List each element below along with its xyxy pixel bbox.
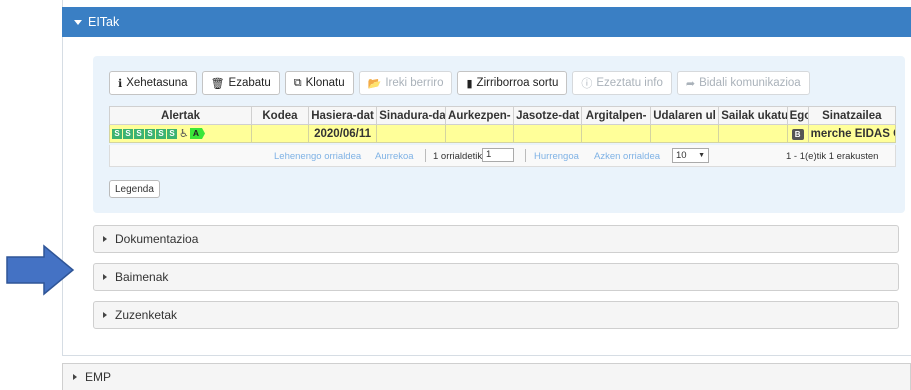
- grid-pager: Lehenengo orrialdea Aurrekoa 1 orrialdet…: [109, 145, 896, 167]
- s-alert-badge: S: [134, 128, 144, 139]
- column-header[interactable]: Argitalpen-: [581, 106, 651, 125]
- cancel-info-button-label: Ezeztatu info: [596, 77, 663, 89]
- pager-divider: [525, 149, 526, 162]
- start-date-cell: 2020/06/11: [307, 124, 378, 143]
- accordion-baimenak[interactable]: Baimenak: [93, 263, 899, 291]
- emp-title: EMP: [85, 370, 112, 384]
- s-alert-badge: S: [156, 128, 166, 139]
- prev-page-link[interactable]: Aurrekoa: [375, 151, 414, 162]
- create-draft-button[interactable]: ▮ Zirriborroa sortu: [457, 71, 568, 95]
- last-page-link[interactable]: Azken orrialdea: [594, 151, 660, 162]
- pointer-arrow-icon: [6, 244, 75, 296]
- table-row[interactable]: SSSSSS♿A 2020/06/11 B merche EIDAS CE: [108, 124, 897, 143]
- pager-divider: [425, 149, 426, 162]
- s-alert-badge: S: [167, 128, 177, 139]
- delete-button-label: Ezabatu: [228, 77, 271, 89]
- reopen-button[interactable]: 📂 Ireki berriro: [358, 71, 453, 95]
- page-size-value: 10: [676, 150, 687, 161]
- page-size-select[interactable]: 10 ▼: [672, 148, 709, 163]
- municipal-cell: [649, 124, 720, 143]
- accordion-dokumentazioa[interactable]: Dokumentazioa: [93, 225, 899, 253]
- clone-button-label: Klonatu: [305, 77, 345, 89]
- accordion-zuzenketak[interactable]: Zuzenketak: [93, 301, 899, 329]
- eit-grid: Alertak Kodea Hasiera-dat Sinadura-da Au…: [108, 106, 897, 143]
- signature-date-cell: [376, 124, 446, 143]
- s-alert-badge: S: [123, 128, 133, 139]
- column-header[interactable]: Sailak ukatu: [718, 106, 788, 125]
- status-cell: B: [786, 124, 809, 143]
- publication-date-cell: [581, 124, 651, 143]
- receipt-date-cell: [513, 124, 583, 143]
- alerts-cell: S S S S S S ♿ A: [108, 124, 253, 143]
- column-header[interactable]: Aurkezpen-: [444, 106, 515, 125]
- accordion-label: Zuzenketak: [115, 308, 178, 322]
- info-icon: ℹ: [118, 77, 123, 90]
- details-button[interactable]: ℹ Xehetasuna: [109, 71, 197, 95]
- a-alert-badge: A: [189, 128, 206, 139]
- first-page-link[interactable]: Lehenengo orrialdea: [274, 151, 361, 162]
- status-badge: B: [791, 128, 804, 140]
- kodea-cell: [251, 124, 309, 143]
- caret-right-icon: [73, 374, 77, 380]
- column-header[interactable]: Egoe: [786, 106, 809, 125]
- column-header[interactable]: Alertak: [108, 106, 253, 125]
- caret-right-icon: [103, 274, 107, 280]
- submission-date-cell: [444, 124, 515, 143]
- emp-panel-header[interactable]: EMP: [62, 363, 911, 390]
- copy-icon: ⧉: [293, 76, 302, 89]
- wheelchair-icon: ♿: [179, 128, 189, 140]
- column-header[interactable]: Hasiera-dat: [307, 106, 378, 125]
- toolbar: ℹ Xehetasuna 🗑 Ezabatu ⧉ Klonatu 📂 Ireki…: [109, 71, 810, 95]
- accordion-label: Dokumentazioa: [115, 232, 199, 246]
- panel-title: EITak: [88, 15, 120, 29]
- reopen-button-label: Ireki berriro: [385, 77, 444, 89]
- details-button-label: Xehetasuna: [126, 77, 188, 89]
- caret-right-icon: [103, 236, 107, 242]
- page-number-input[interactable]: 1: [482, 148, 514, 162]
- pager-summary: 1 - 1(e)tik 1 erakusten: [786, 151, 879, 162]
- delete-button[interactable]: 🗑 Ezabatu: [201, 71, 280, 95]
- column-header[interactable]: Kodea: [251, 106, 309, 125]
- column-header[interactable]: Sinatzailea: [807, 106, 897, 125]
- send-communication-button-label: Bidali komunikazioa: [699, 77, 801, 89]
- create-draft-button-label: Zirriborroa sortu: [476, 77, 559, 89]
- eitak-panel-header[interactable]: EITak: [62, 7, 911, 37]
- arrow-shape: [6, 244, 75, 296]
- chevron-down-icon: ▼: [698, 152, 705, 159]
- next-page-link[interactable]: Hurrengoa: [534, 151, 579, 162]
- cancel-info-button[interactable]: ⓘ Ezeztatu info: [572, 71, 672, 95]
- rejected-cell: [718, 124, 788, 143]
- s-alert-badge: S: [145, 128, 155, 139]
- signer-cell: merche EIDAS CE: [807, 124, 897, 143]
- accordion-label: Baimenak: [115, 270, 169, 284]
- send-communication-button[interactable]: ➦ Bidali komunikazioa: [676, 71, 810, 95]
- grid-header-row: Alertak Kodea Hasiera-dat Sinadura-da Au…: [108, 106, 897, 125]
- page-label: 1 orrialdetik: [433, 151, 483, 162]
- column-header[interactable]: Udalaren ul: [649, 106, 720, 125]
- caret-right-icon: [103, 312, 107, 318]
- clone-button[interactable]: ⧉ Klonatu: [284, 71, 354, 95]
- folder-open-icon: 📂: [367, 77, 382, 90]
- info-circle-icon: ⓘ: [581, 78, 593, 90]
- legend-button[interactable]: Legenda: [109, 180, 160, 198]
- column-header[interactable]: Jasotze-dat: [513, 106, 583, 125]
- share-icon: ➦: [685, 77, 696, 90]
- caret-down-icon: [74, 19, 82, 25]
- trash-icon: 🗑: [210, 77, 225, 90]
- s-alert-badge: S: [112, 128, 122, 139]
- column-header[interactable]: Sinadura-da: [376, 106, 446, 125]
- file-icon: ▮: [466, 77, 473, 90]
